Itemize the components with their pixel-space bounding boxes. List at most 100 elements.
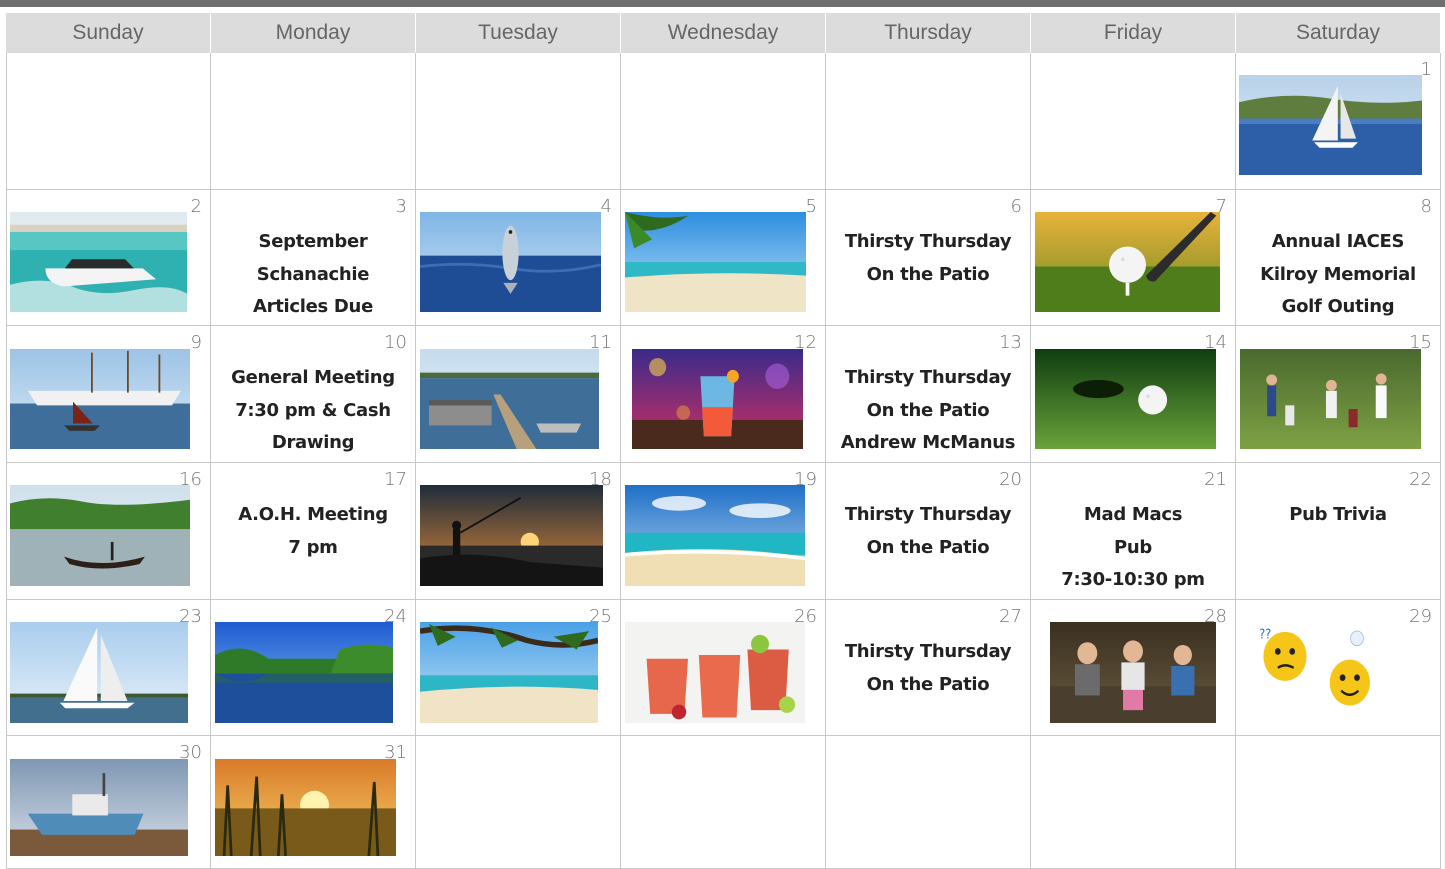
day-cell-3[interactable]: 3 September Schanachie Articles Due [211, 190, 416, 326]
event-line: Thirsty Thursday [844, 367, 1012, 388]
day-number: 20 [999, 469, 1022, 490]
event-line: General Meeting [231, 367, 395, 388]
pontoon-boat-dock-image [420, 349, 599, 449]
day-number: 10 [384, 332, 407, 353]
event-line: Golf Outing [1281, 296, 1395, 317]
event-line: 7 pm [288, 536, 338, 558]
day-number: 13 [999, 332, 1022, 353]
event-text[interactable]: September Schanachie Articles Due [211, 226, 415, 324]
day-cell-13[interactable]: 13 Thirsty Thursday On the Patio Andrew McM… [826, 326, 1031, 463]
day-number: 27 [999, 606, 1022, 627]
event-text[interactable]: Thirsty Thursday On the Patio [826, 226, 1030, 291]
beach-waves-image [625, 485, 805, 586]
sailboat-image [10, 622, 188, 723]
day-number: 3 [395, 196, 407, 217]
event-line: Drawing [271, 432, 355, 453]
event-text[interactable]: Thirsty Thursday On the Patio [826, 636, 1030, 701]
day-number: 9 [190, 332, 202, 353]
header-friday: Friday [1031, 13, 1236, 53]
event-line: Andrew McManus [840, 432, 1016, 453]
children-accordions-image [1050, 622, 1216, 723]
event-line: On the Patio [866, 263, 990, 285]
event-line: Thirsty Thursday [844, 641, 1012, 662]
header-wednesday: Wednesday [621, 13, 826, 53]
day-cell-27[interactable]: 27 Thirsty Thursday On the Patio [826, 600, 1031, 736]
event-text[interactable]: Mad Macs Pub 7:30-10:30 pm [1031, 499, 1235, 597]
day-number: 2 [190, 196, 202, 217]
header-thursday: Thursday [826, 13, 1031, 53]
event-text[interactable]: Pub Trivia [1236, 499, 1440, 532]
day-cell-6[interactable]: 6 Thirsty Thursday On the Patio [826, 190, 1031, 326]
event-line: On the Patio [866, 536, 990, 558]
svg-text:??: ?? [1259, 627, 1271, 642]
thinking-smileys-image: ?? [1249, 622, 1393, 712]
golfers-image [1240, 349, 1421, 449]
blue-lake-image [215, 622, 393, 723]
speedboat-image [10, 212, 187, 312]
day-cell-21[interactable]: 21 Mad Macs Pub 7:30-10:30 pm [1031, 463, 1236, 600]
day-number: 8 [1420, 196, 1432, 217]
golf-ball-on-tee-image [1035, 212, 1220, 312]
empty-day-cell [1031, 53, 1236, 190]
empty-day-cell [416, 736, 621, 869]
event-text[interactable]: A.O.H. Meeting 7 pm [211, 499, 415, 564]
empty-day-cell [621, 736, 826, 869]
day-number: 29 [1409, 606, 1432, 627]
fishing-boat-on-shore-image [10, 759, 188, 856]
top-bar [0, 0, 1445, 7]
event-line: September [258, 231, 368, 252]
empty-day-cell [416, 53, 621, 190]
day-cell-17[interactable]: 17 A.O.H. Meeting 7 pm [211, 463, 416, 600]
day-number: 1 [1420, 59, 1432, 80]
calendar-grid: Sunday Monday Tuesday Wednesday Thursday Frid… [6, 13, 1441, 869]
header-sunday: Sunday [6, 13, 211, 53]
header-tuesday: Tuesday [416, 13, 621, 53]
empty-day-cell [1236, 736, 1441, 869]
day-number: 4 [600, 196, 612, 217]
event-line: A.O.H. Meeting [238, 504, 388, 525]
canoe-on-river-image [10, 485, 190, 586]
empty-day-cell [826, 53, 1031, 190]
marsh-sunset-image [215, 759, 396, 856]
tropical-beach-image [625, 212, 806, 312]
empty-day-cell [826, 736, 1031, 869]
header-saturday: Saturday [1236, 13, 1441, 53]
day-number: 17 [384, 469, 407, 490]
jumping-fish-image [420, 212, 601, 312]
event-line: On the Patio [866, 399, 990, 421]
day-number: 21 [1204, 469, 1227, 490]
event-line: Annual IACES [1271, 231, 1405, 252]
empty-day-cell [621, 53, 826, 190]
event-text[interactable]: General Meeting 7:30 pm & Cash Drawing [211, 362, 415, 460]
event-text[interactable]: Annual IACES Kilroy Memorial Golf Outing [1236, 226, 1440, 324]
day-number: 5 [805, 196, 817, 217]
event-line: 7:30 pm & Cash [235, 399, 391, 421]
event-line: Kilroy Memorial [1260, 263, 1416, 285]
empty-day-cell [1031, 736, 1236, 869]
event-line: On the Patio [866, 673, 990, 695]
beach-tree-image [420, 622, 598, 723]
event-text[interactable]: Thirsty Thursday On the Patio [826, 499, 1030, 564]
event-line: Articles Due [253, 296, 373, 317]
red-drinks-image [625, 622, 805, 723]
day-cell-20[interactable]: 20 Thirsty Thursday On the Patio [826, 463, 1031, 600]
empty-day-cell [6, 53, 211, 190]
event-text[interactable]: Thirsty Thursday On the Patio Andrew McMan… [826, 362, 1030, 460]
event-line: Pub [1114, 536, 1152, 558]
cocktail-image [632, 349, 803, 449]
golf-ball-near-hole-image [1035, 349, 1216, 449]
event-line: Thirsty Thursday [844, 504, 1012, 525]
day-number: 6 [1010, 196, 1022, 217]
sailboat-on-lake-image [1239, 75, 1422, 175]
event-line: 7:30-10:30 pm [1061, 569, 1205, 590]
empty-day-cell [211, 53, 416, 190]
day-cell-22[interactable]: 22 Pub Trivia [1236, 463, 1441, 600]
event-line: Schanachie [256, 263, 370, 285]
day-cell-8[interactable]: 8 Annual IACES Kilroy Memorial Golf Outing [1236, 190, 1441, 326]
event-line: Mad Macs [1083, 504, 1183, 525]
day-number: 22 [1409, 469, 1432, 490]
header-monday: Monday [211, 13, 416, 53]
fisherman-sunset-image [420, 485, 603, 586]
day-cell-10[interactable]: 10 General Meeting 7:30 pm & Cash Drawing [211, 326, 416, 463]
tall-ships-image [10, 349, 190, 449]
